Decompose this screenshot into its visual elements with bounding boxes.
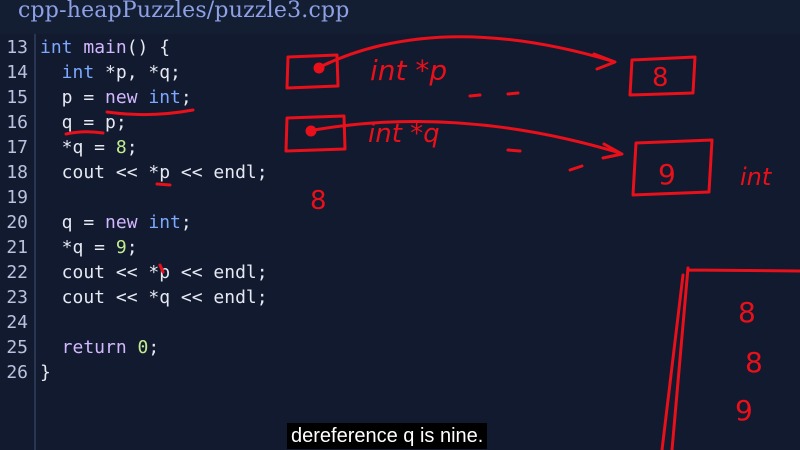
value-8: 8 xyxy=(652,63,669,93)
output-first: 8 xyxy=(310,186,327,216)
console-box xyxy=(660,266,800,450)
value-9: 9 xyxy=(658,158,676,191)
tick-mark-p xyxy=(158,263,165,274)
scribble-dashes-2 xyxy=(506,148,584,172)
handwritten-annotations: int *p 8 int *q 9 int 8 8 8 9 xyxy=(64,35,800,450)
arrow-q xyxy=(312,119,622,155)
underline-p xyxy=(155,182,172,187)
console-line-1: 8 xyxy=(738,296,756,329)
arrow-p xyxy=(320,35,614,68)
underline-q-p xyxy=(64,130,105,136)
label-int-q: int *q xyxy=(368,119,440,149)
console-line-2: 8 xyxy=(745,346,763,379)
underline-new-int xyxy=(105,108,195,117)
arrow-p-head xyxy=(592,52,617,71)
console-line-3: 9 xyxy=(735,394,753,427)
subtitle-caption: dereference q is nine. xyxy=(287,423,488,449)
label-int-p: int *p xyxy=(370,54,447,87)
scribble-dashes-1 xyxy=(468,91,520,98)
label-int-heap: int xyxy=(740,163,773,191)
box-p xyxy=(285,53,340,90)
